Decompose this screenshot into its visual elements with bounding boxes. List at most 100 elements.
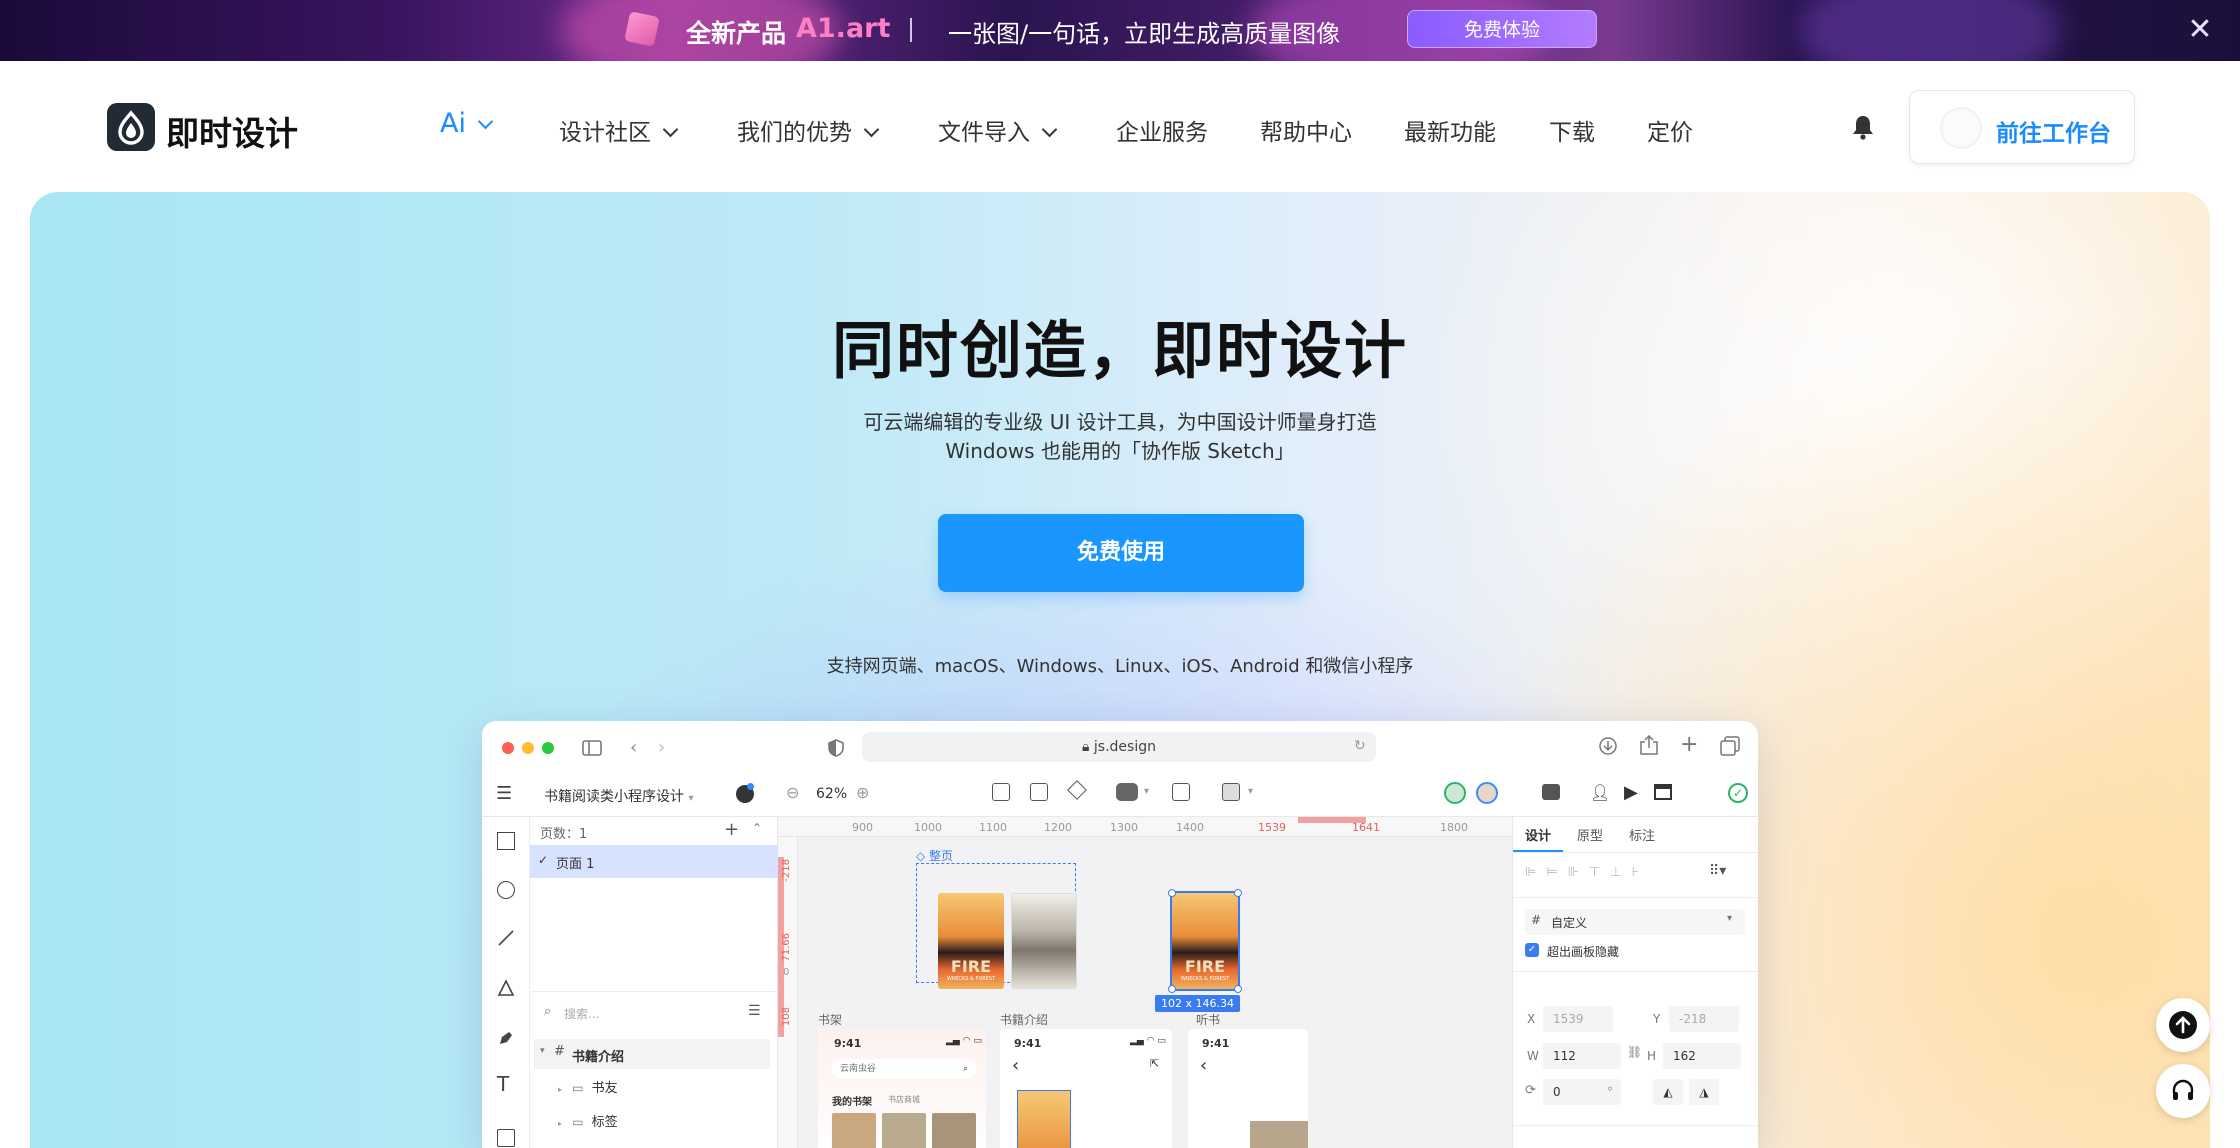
resize-handle[interactable] [1168, 889, 1176, 897]
intro-cover[interactable] [1017, 1090, 1071, 1148]
arrange-icon[interactable] [1222, 783, 1240, 801]
crop-tool-icon[interactable] [1030, 783, 1048, 801]
play-icon[interactable]: ▶ [1624, 782, 1638, 803]
shelf-book[interactable] [932, 1113, 976, 1148]
promo-banner[interactable]: 全新产品 A1.art 一张图/一句话，立即生成高质量图像 免费体验 ✕ [0, 0, 2240, 61]
share-icon[interactable]: ⇱ [1150, 1057, 1159, 1070]
artboard-label[interactable]: 听书 [1196, 1011, 1220, 1028]
plugin-icon[interactable] [1542, 784, 1560, 800]
share-user-icon[interactable]: 👤︎ [1590, 783, 1610, 802]
text-tool-icon[interactable]: T [497, 1074, 515, 1094]
rotation-input[interactable]: 0 ° [1543, 1079, 1621, 1105]
download-icon[interactable] [1598, 736, 1618, 756]
window-minimize-dot[interactable] [522, 742, 534, 754]
window-zoom-dot[interactable] [542, 742, 554, 754]
support-button[interactable] [2156, 1064, 2210, 1118]
flip-horizontal-icon[interactable]: ◭ [1653, 1079, 1683, 1105]
back-to-top-button[interactable] [2156, 998, 2210, 1052]
clip-checkbox[interactable]: ✓ [1525, 943, 1539, 957]
page-item[interactable]: ✓ 页面 1 [530, 845, 778, 878]
reload-icon[interactable]: ↻ [1354, 738, 1366, 754]
artboard-bookshelf[interactable]: 9:41 ▂▄ ◠ ▭ 云南虫谷 ⌕ 我的书架 书店商城 [818, 1029, 986, 1148]
new-tab-icon[interactable]: + [1680, 732, 1698, 757]
nav-item-help[interactable]: 帮助中心 [1260, 113, 1352, 147]
tab-my-shelf[interactable]: 我的书架 [832, 1093, 872, 1108]
window-close-dot[interactable] [502, 742, 514, 754]
tab-design[interactable]: 设计 [1525, 825, 1551, 844]
nav-item-whats-new[interactable]: 最新功能 [1404, 113, 1496, 147]
ellipse-tool-icon[interactable] [497, 881, 515, 899]
nav-item-enterprise[interactable]: 企业服务 [1116, 113, 1208, 147]
nav-item-pricing[interactable]: 定价 [1647, 113, 1693, 147]
zoom-level[interactable]: 62% [816, 786, 847, 802]
mask-icon[interactable] [1172, 783, 1190, 801]
frame-tool-icon[interactable] [992, 783, 1010, 801]
design-canvas[interactable]: 900 1000 1100 1200 1300 1400 1539 1641 1… [778, 817, 1512, 1148]
share-icon[interactable] [1640, 735, 1658, 755]
grid-dropdown-icon[interactable]: ⠿▾ [1709, 863, 1726, 879]
artboard-book-intro[interactable]: 9:41 ▂▄ ◠ ▭ ‹ ⇱ [1000, 1029, 1172, 1148]
layout-icon[interactable] [1654, 784, 1672, 800]
nav-item-import[interactable]: 文件导入 [938, 113, 1058, 147]
bookshelf-search[interactable]: 云南虫谷 ⌕ [832, 1059, 976, 1079]
tabs-overview-icon[interactable] [1720, 736, 1740, 756]
nav-item-ai[interactable]: Ai [440, 108, 494, 139]
resize-handle[interactable] [1234, 889, 1242, 897]
workbench-button[interactable]: 前往工作台 [1909, 90, 2135, 164]
line-tool-icon[interactable] [497, 929, 515, 947]
flip-vertical-icon[interactable]: ◮ [1689, 1079, 1719, 1105]
banner-try-button[interactable]: 免费体验 [1407, 10, 1597, 48]
width-input[interactable]: 112 [1543, 1043, 1621, 1069]
audio-cover[interactable] [1250, 1121, 1308, 1148]
layer-item-tags[interactable]: ▸ ▭ 标签 [558, 1111, 618, 1130]
tab-store[interactable]: 书店商城 [888, 1094, 920, 1105]
resize-handle[interactable] [1168, 985, 1176, 993]
banner-product[interactable]: A1.art [796, 13, 890, 44]
book-cover-fire-selected[interactable]: FIRE WRECKS & FOREST [1170, 891, 1240, 991]
nav-item-download[interactable]: 下载 [1549, 113, 1595, 147]
sidebar-toggle-icon[interactable] [582, 740, 602, 756]
collaborator-avatar[interactable] [1476, 782, 1498, 804]
component-icon[interactable] [1067, 780, 1087, 800]
nav-item-community[interactable]: 设计社区 [559, 113, 679, 147]
add-page-icon[interactable]: + [724, 819, 739, 840]
back-icon[interactable]: ‹ [1012, 1055, 1019, 1076]
close-icon[interactable]: ✕ [2184, 12, 2216, 48]
zoom-in-icon[interactable]: ⊕ [856, 783, 869, 802]
filter-icon[interactable]: ☰ [748, 1003, 761, 1019]
back-icon[interactable]: ‹ [630, 737, 637, 758]
caret-right-icon[interactable]: ▸ [558, 1119, 562, 1128]
zoom-out-icon[interactable]: ⊖ [786, 783, 799, 802]
caret-right-icon[interactable]: ▸ [558, 1085, 562, 1094]
chevron-up-icon[interactable]: ⌃ [752, 821, 762, 835]
triangle-tool-icon[interactable] [497, 979, 515, 997]
url-bar[interactable]: 🔒︎ js.design [862, 732, 1376, 762]
menu-icon[interactable]: ☰ [496, 783, 512, 804]
collaborator-avatar[interactable] [1444, 782, 1466, 804]
book-cover-fire[interactable]: FIRE WRECKS & FOREST [938, 893, 1004, 989]
file-name-dropdown[interactable]: 书籍阅读类小程序设计 ▾ [544, 786, 693, 806]
brand-name[interactable]: 即时设计 [166, 107, 298, 155]
y-input[interactable]: -218 [1669, 1006, 1739, 1032]
boolean-icon[interactable] [1116, 783, 1138, 801]
frame-preset-select[interactable]: # 自定义 ▾ [1525, 909, 1745, 935]
logo-icon[interactable] [107, 103, 155, 151]
tab-prototype[interactable]: 原型 [1577, 825, 1603, 844]
book-cover-temple[interactable] [1011, 893, 1077, 989]
nav-item-advantages[interactable]: 我们的优势 [737, 113, 880, 147]
layer-item-book-intro[interactable]: ▾ # 书籍介绍 [534, 1039, 770, 1069]
artboard-label[interactable]: 书架 [818, 1011, 842, 1028]
constrain-proportions-icon[interactable]: ⛓︎ [1627, 1045, 1642, 1059]
image-tool-icon[interactable] [497, 1129, 515, 1147]
rectangle-tool-icon[interactable] [497, 832, 515, 850]
height-input[interactable]: 162 [1663, 1043, 1741, 1069]
shelf-book[interactable] [832, 1113, 876, 1148]
layer-search[interactable]: ⌕ 搜索... ☰ [540, 999, 768, 1027]
tab-annotate[interactable]: 标注 [1629, 825, 1655, 844]
free-use-button[interactable]: 免费使用 [938, 514, 1304, 592]
pen-tool-icon[interactable] [497, 1029, 515, 1047]
resize-handle[interactable] [1234, 985, 1242, 993]
shelf-book[interactable] [882, 1113, 926, 1148]
artboard-audiobook[interactable]: 9:41 ‹ [1188, 1029, 1308, 1148]
frame-label[interactable]: ◇ 整页 [916, 847, 953, 864]
